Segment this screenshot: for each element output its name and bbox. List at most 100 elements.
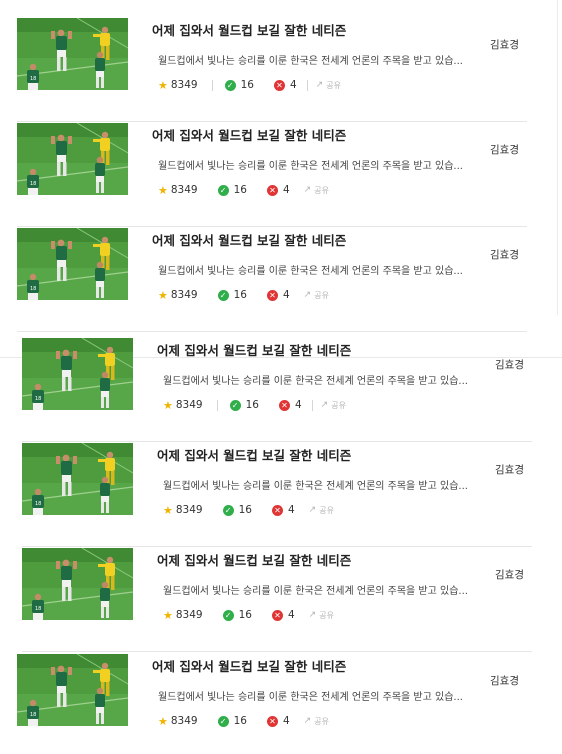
stat-separator-slot-2 (306, 79, 308, 91)
article-thumbnail[interactable]: 18 (17, 228, 128, 300)
article-summary[interactable]: 월드컵에서 빛나는 승리를 이룬 한국은 전세계 언론의 주목을 받고 있습..… (158, 52, 470, 67)
soccer-players-photo: 18 (17, 654, 128, 726)
soccer-players-photo: 18 (22, 443, 133, 515)
dislike-count[interactable]: ✕ 4 (271, 609, 295, 621)
star-count-value: 8349 (175, 399, 203, 411)
like-count-value: 16 (240, 79, 254, 91)
share-button[interactable]: ↗ 공유 (304, 290, 329, 301)
star-count: ★ 8349 (158, 715, 198, 727)
article-list-page: 18 어제 집와서 월드컵 보길 잘한 네티즌 김효경 월드컵에서 빛나는 승리… (0, 0, 562, 754)
check-circle-icon: ✓ (222, 609, 234, 621)
share-arrow-icon: ↗ (320, 400, 329, 410)
like-count-value: 16 (233, 715, 247, 727)
like-count[interactable]: ✓ 16 (217, 184, 247, 196)
article-summary[interactable]: 월드컵에서 빛나는 승리를 이룬 한국은 전세계 언론의 주목을 받고 있습..… (163, 372, 475, 387)
article-title[interactable]: 어제 집와서 월드컵 보길 잘한 네티즌 (152, 230, 346, 249)
soccer-players-photo: 18 (17, 18, 128, 90)
article-item[interactable]: 18 어제 집와서 월드컵 보길 잘한 네티즌 김효경 월드컵에서 빛나는 승리… (17, 228, 527, 332)
share-button[interactable]: ↗ 공유 (304, 185, 329, 196)
article-author: 김효경 (490, 675, 519, 687)
star-icon: ★ (163, 398, 173, 412)
item-divider (17, 331, 527, 332)
article-title[interactable]: 어제 집와서 월드컵 보길 잘한 네티즌 (157, 340, 351, 359)
dislike-count-value: 4 (282, 289, 290, 301)
dislike-count[interactable]: ✕ 4 (273, 79, 297, 91)
share-label: 공유 (331, 400, 346, 410)
share-label: 공유 (319, 505, 334, 515)
article-thumbnail[interactable]: 18 (22, 338, 133, 410)
svg-text:18: 18 (30, 712, 36, 718)
dislike-count-value: 4 (282, 715, 290, 727)
like-count[interactable]: ✓ 16 (217, 289, 247, 301)
star-count: ★ 8349 (163, 504, 203, 516)
article-thumbnail[interactable]: 18 (22, 548, 133, 620)
check-circle-icon: ✓ (222, 504, 234, 516)
dislike-count[interactable]: ✕ 4 (266, 184, 290, 196)
article-stats: ★ 8349 ✓ 16 ✕ 4 ↗ 공유 (163, 398, 346, 412)
soccer-players-photo: 18 (17, 123, 128, 195)
article-thumbnail[interactable]: 18 (22, 443, 133, 515)
article-item[interactable]: 18 어제 집와서 월드컵 보길 잘한 네티즌 김효경 월드컵에서 빛나는 승리… (22, 443, 532, 547)
article-title[interactable]: 어제 집와서 월드컵 보길 잘한 네티즌 (157, 550, 351, 569)
article-summary[interactable]: 월드컵에서 빛나는 승리를 이룬 한국은 전세계 언론의 주목을 받고 있습..… (158, 688, 470, 703)
like-count-value: 16 (238, 504, 252, 516)
share-arrow-icon: ↗ (303, 716, 312, 726)
dislike-count-value: 4 (287, 609, 295, 621)
like-count[interactable]: ✓ 16 (224, 79, 254, 91)
share-button[interactable]: ↗ 공유 (321, 400, 346, 411)
article-summary[interactable]: 월드컵에서 빛나는 승리를 이룬 한국은 전세계 언론의 주목을 받고 있습..… (158, 262, 470, 277)
share-button[interactable]: ↗ 공유 (309, 610, 334, 621)
article-item[interactable]: 18 어제 집와서 월드컵 보길 잘한 네티즌 김효경 월드컵에서 빛나는 승리… (22, 338, 532, 442)
article-author: 김효경 (495, 464, 524, 476)
item-divider (17, 121, 527, 122)
like-count[interactable]: ✓ 16 (217, 715, 247, 727)
article-title[interactable]: 어제 집와서 월드컵 보길 잘한 네티즌 (152, 656, 346, 675)
star-count: ★ 8349 (158, 184, 198, 196)
like-count-value: 16 (233, 184, 247, 196)
like-count[interactable]: ✓ 16 (229, 399, 259, 411)
article-summary[interactable]: 월드컵에서 빛나는 승리를 이룬 한국은 전세계 언론의 주목을 받고 있습..… (163, 582, 475, 597)
dislike-count[interactable]: ✕ 4 (266, 715, 290, 727)
dislike-count[interactable]: ✕ 4 (266, 289, 290, 301)
article-item[interactable]: 18 어제 집와서 월드컵 보길 잘한 네티즌 김효경 월드컵에서 빛나는 승리… (17, 654, 527, 754)
share-label: 공유 (314, 716, 329, 726)
star-count-value: 8349 (170, 289, 198, 301)
star-count: ★ 8349 (158, 79, 198, 91)
article-summary[interactable]: 월드컵에서 빛나는 승리를 이룬 한국은 전세계 언론의 주목을 받고 있습..… (158, 157, 470, 172)
soccer-players-photo: 18 (17, 228, 128, 300)
article-item[interactable]: 18 어제 집와서 월드컵 보길 잘한 네티즌 김효경 월드컵에서 빛나는 승리… (17, 123, 527, 227)
article-thumbnail[interactable]: 18 (17, 18, 128, 90)
x-circle-icon: ✕ (266, 289, 278, 301)
dislike-count[interactable]: ✕ 4 (271, 504, 295, 516)
share-button[interactable]: ↗ 공유 (316, 80, 341, 91)
article-title[interactable]: 어제 집와서 월드컵 보길 잘한 네티즌 (157, 445, 351, 464)
share-arrow-icon: ↗ (308, 610, 317, 620)
check-circle-icon: ✓ (229, 399, 241, 411)
like-count[interactable]: ✓ 16 (222, 504, 252, 516)
share-arrow-icon: ↗ (303, 290, 312, 300)
article-title[interactable]: 어제 집와서 월드컵 보길 잘한 네티즌 (152, 20, 346, 39)
share-button[interactable]: ↗ 공유 (309, 505, 334, 516)
check-circle-icon: ✓ (217, 715, 229, 727)
article-summary[interactable]: 월드컵에서 빛나는 승리를 이룬 한국은 전세계 언론의 주목을 받고 있습..… (163, 477, 475, 492)
like-count[interactable]: ✓ 16 (222, 609, 252, 621)
dislike-count[interactable]: ✕ 4 (278, 399, 302, 411)
x-circle-icon: ✕ (266, 184, 278, 196)
share-button[interactable]: ↗ 공유 (304, 716, 329, 727)
svg-text:18: 18 (35, 606, 41, 612)
article-thumbnail[interactable]: 18 (17, 123, 128, 195)
dislike-count-value: 4 (294, 399, 302, 411)
share-arrow-icon: ↗ (303, 185, 312, 195)
article-author: 김효경 (495, 569, 524, 581)
article-item[interactable]: 18 어제 집와서 월드컵 보길 잘한 네티즌 김효경 월드컵에서 빛나는 승리… (22, 548, 532, 652)
article-item[interactable]: 18 어제 집와서 월드컵 보길 잘한 네티즌 김효경 월드컵에서 빛나는 승리… (17, 18, 527, 122)
star-icon: ★ (158, 714, 168, 728)
star-count-value: 8349 (170, 715, 198, 727)
dislike-count-value: 4 (287, 504, 295, 516)
article-thumbnail[interactable]: 18 (17, 654, 128, 726)
article-title[interactable]: 어제 집와서 월드컵 보길 잘한 네티즌 (152, 125, 346, 144)
star-count-value: 8349 (175, 609, 203, 621)
like-count-value: 16 (245, 399, 259, 411)
article-author: 김효경 (495, 359, 524, 371)
star-count: ★ 8349 (158, 289, 198, 301)
